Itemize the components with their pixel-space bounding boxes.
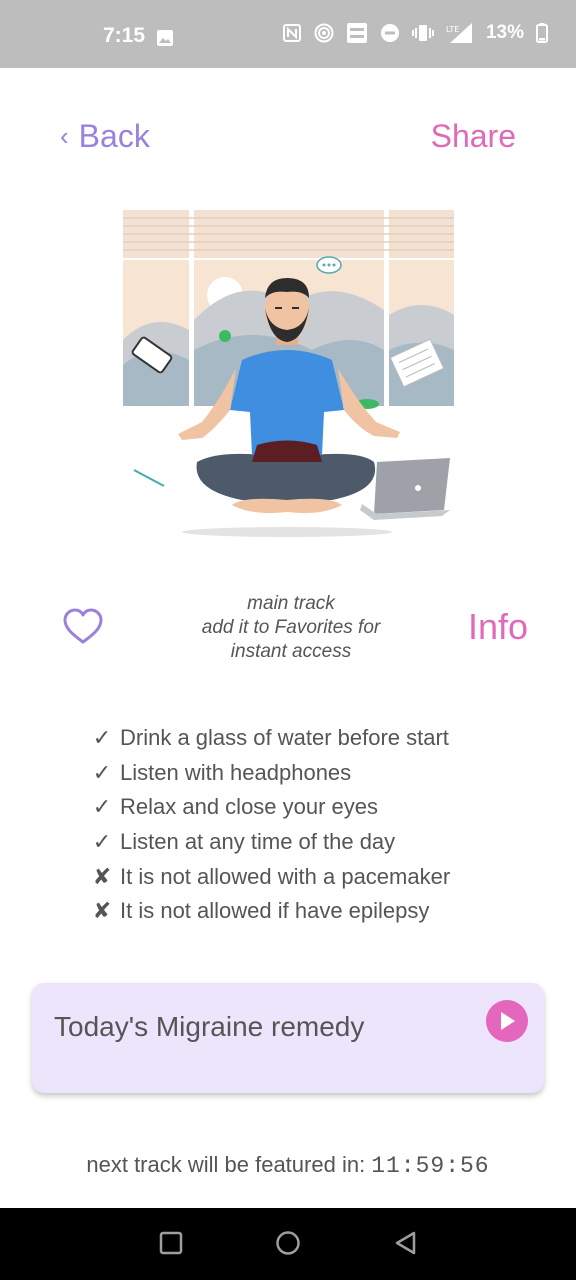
image-icon [157, 30, 173, 46]
check-icon: ✓ [92, 794, 112, 820]
track-caption: main track add it to Favorites for insta… [170, 592, 412, 664]
remedy-card[interactable]: Today's Migraine remedy [32, 983, 544, 1093]
list-item: ✓ Drink a glass of water before start [92, 721, 552, 756]
share-button[interactable]: Share [431, 118, 516, 155]
battery-icon [536, 23, 548, 43]
back-button[interactable]: ‹ Back [60, 118, 150, 155]
volte-icon [346, 23, 367, 43]
status-icons: LTE 13% [282, 22, 548, 44]
cross-icon: ✘ [92, 863, 112, 889]
remedy-title: Today's Migraine remedy [54, 1011, 365, 1042]
lte-signal-icon: LTE [446, 23, 472, 43]
check-icon: ✓ [92, 725, 112, 751]
check-icon: ✓ [92, 829, 112, 855]
back-label: Back [78, 118, 150, 154]
nfc-icon [282, 24, 301, 42]
list-item: ✓ Relax and close your eyes [92, 790, 552, 825]
caption-line: add it to Favorites for [201, 617, 381, 638]
countdown-timer: 11:59:56 [371, 1153, 490, 1179]
list-item: ✓ Listen with headphones [92, 756, 552, 791]
countdown: next track will be featured in: 11:59:56 [0, 1152, 576, 1179]
cross-icon: ✘ [92, 898, 112, 924]
play-icon [501, 1012, 515, 1030]
chevron-left-icon: ‹ [60, 121, 69, 151]
vibrate-icon [411, 25, 434, 41]
heart-outline-icon[interactable] [62, 607, 104, 647]
battery-percentage: 13% [485, 22, 524, 43]
tip-text: Listen at any time of the day [120, 829, 396, 855]
list-item: ✘ It is not allowed with a pacemaker [92, 859, 552, 894]
tips-list: ✓ Drink a glass of water before start ✓ Li… [92, 721, 552, 929]
list-item: ✘ It is not allowed if have epilepsy [92, 894, 552, 929]
tip-text: It is not allowed with a pacemaker [120, 863, 451, 889]
countdown-label: next track will be featured in: [86, 1152, 366, 1177]
caption-line: main track [247, 593, 335, 614]
tip-text: Relax and close your eyes [120, 794, 379, 820]
dnd-icon [380, 24, 399, 42]
hotspot-icon [314, 23, 334, 43]
meditation-illustration [123, 210, 454, 537]
svg-text:LTE: LTE [446, 25, 459, 34]
tip-text: Listen with headphones [120, 759, 352, 785]
back-nav-icon[interactable] [393, 1230, 419, 1256]
status-time: 7:15 [103, 24, 146, 47]
status-bar: 7:15 LTE 13% [0, 0, 576, 68]
navigation-bar [0, 1208, 576, 1280]
check-icon: ✓ [92, 759, 112, 785]
play-button[interactable] [486, 1000, 528, 1042]
recents-icon[interactable] [159, 1230, 183, 1256]
tip-text: Drink a glass of water before start [120, 725, 449, 751]
list-item: ✓ Listen at any time of the day [92, 825, 552, 860]
home-icon[interactable] [275, 1230, 301, 1256]
tip-text: It is not allowed if have epilepsy [120, 898, 430, 924]
info-button[interactable]: Info [468, 606, 528, 648]
caption-line: instant access [230, 641, 352, 662]
